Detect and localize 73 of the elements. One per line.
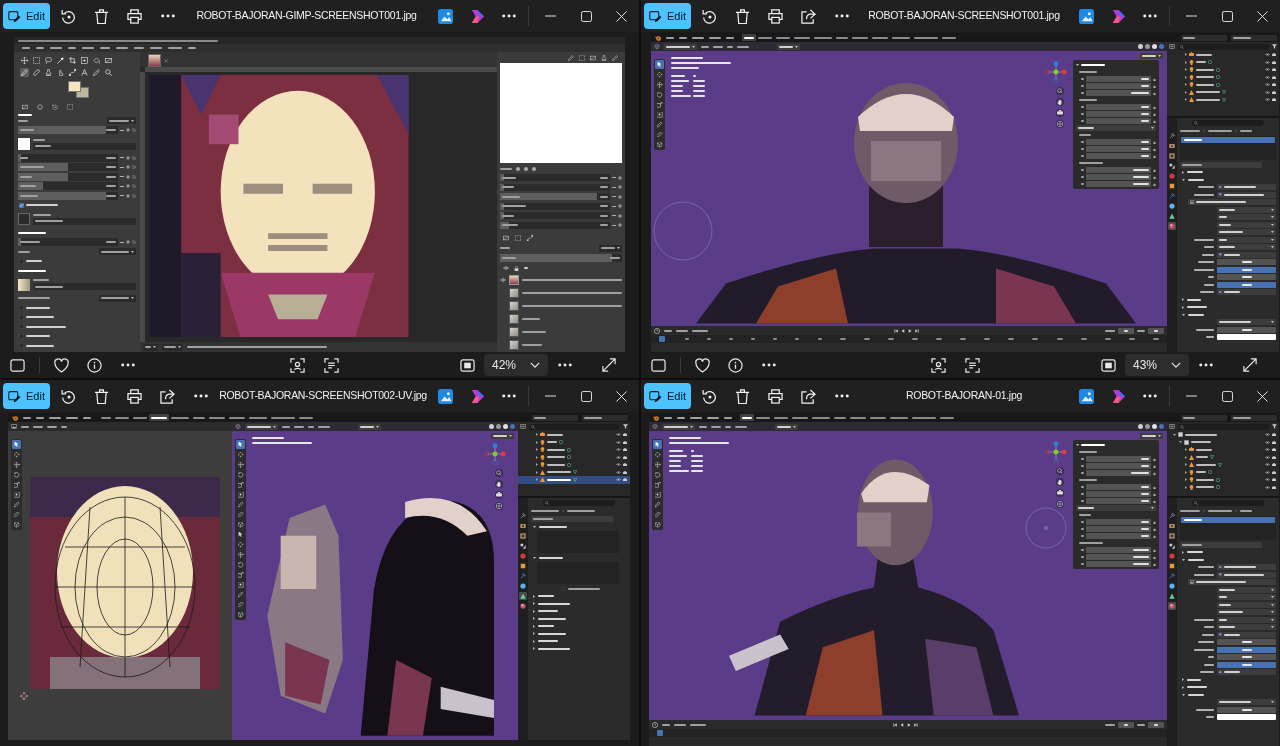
- chevron-down-icon: [1171, 362, 1181, 368]
- more-icon[interactable]: [834, 14, 849, 18]
- expand-icon[interactable]: [602, 358, 616, 372]
- file-title: ROBOT-BAJORAN-GIMP-SCREENSHOT001.jpg: [195, 8, 418, 24]
- zoom-dropdown[interactable]: 42%: [484, 354, 548, 376]
- face-scan-icon[interactable]: [289, 357, 305, 373]
- more-icon[interactable]: [502, 394, 516, 398]
- print-icon[interactable]: [127, 8, 142, 24]
- share-icon[interactable]: [801, 8, 816, 24]
- text-scan-icon[interactable]: [323, 357, 339, 373]
- face-scan-icon[interactable]: [930, 357, 946, 373]
- rotate-icon[interactable]: [61, 388, 76, 404]
- chevron-down-icon: [530, 362, 540, 368]
- edit-icon: [8, 9, 21, 23]
- chevron-logo-icon[interactable]: [1110, 388, 1126, 404]
- edit-button[interactable]: Edit: [644, 383, 691, 409]
- more-icon[interactable]: [120, 363, 135, 367]
- fit-screen-icon[interactable]: [1100, 357, 1116, 373]
- info-icon[interactable]: [728, 357, 743, 373]
- more-icon[interactable]: [160, 14, 175, 18]
- more-icon[interactable]: [193, 394, 208, 398]
- edit-icon: [649, 9, 662, 23]
- info-icon[interactable]: [87, 357, 102, 373]
- edit-button[interactable]: Edit: [644, 3, 691, 29]
- print-icon[interactable]: [127, 388, 142, 404]
- more-icon[interactable]: [834, 394, 849, 398]
- picture-tile-icon[interactable]: [437, 8, 453, 24]
- zoom-dropdown[interactable]: 43%: [1125, 354, 1189, 376]
- text-scan-icon[interactable]: [964, 357, 980, 373]
- file-title: ROBOT-BAJORAN-SCREENSHOT001.jpg: [867, 8, 1061, 24]
- file-title: ROBOT-BAJORAN-01.jpg: [905, 388, 1023, 404]
- share-icon[interactable]: [801, 388, 816, 404]
- edit-button[interactable]: Edit: [3, 383, 50, 409]
- edit-icon: [649, 389, 662, 403]
- chevron-logo-icon[interactable]: [469, 8, 485, 24]
- heart-icon[interactable]: [695, 357, 710, 373]
- delete-icon[interactable]: [94, 388, 109, 404]
- more-icon[interactable]: [1199, 363, 1213, 367]
- maximize-icon[interactable]: [580, 390, 592, 402]
- fit-screen-icon[interactable]: [459, 357, 475, 373]
- more-icon[interactable]: [558, 363, 572, 367]
- more-icon[interactable]: [761, 363, 776, 367]
- picture-tile-icon[interactable]: [1078, 388, 1094, 404]
- maximize-icon[interactable]: [1221, 390, 1233, 402]
- picture-tile-icon[interactable]: [1078, 8, 1094, 24]
- delete-icon[interactable]: [735, 388, 750, 404]
- file-title: ROBOT-BAJORAN-SCREENSHOT002-UV.jpg: [218, 388, 428, 404]
- maximize-icon[interactable]: [1221, 10, 1233, 22]
- rectangle-icon[interactable]: [650, 357, 666, 373]
- close-icon[interactable]: [616, 390, 627, 402]
- edit-icon: [8, 389, 21, 403]
- edit-button[interactable]: Edit: [3, 3, 50, 29]
- picture-tile-icon[interactable]: [437, 388, 453, 404]
- rotate-icon[interactable]: [702, 388, 717, 404]
- close-icon[interactable]: [616, 10, 627, 22]
- delete-icon[interactable]: [94, 8, 109, 24]
- chevron-logo-icon[interactable]: [469, 388, 485, 404]
- rotate-icon[interactable]: [61, 8, 76, 24]
- share-icon[interactable]: [160, 388, 175, 404]
- print-icon[interactable]: [768, 388, 783, 404]
- close-icon[interactable]: [1257, 390, 1268, 402]
- maximize-icon[interactable]: [580, 10, 592, 22]
- more-icon[interactable]: [1143, 14, 1157, 18]
- rotate-icon[interactable]: [702, 8, 717, 24]
- rectangle-icon[interactable]: [9, 357, 25, 373]
- close-icon[interactable]: [1257, 10, 1268, 22]
- more-icon[interactable]: [502, 14, 516, 18]
- more-icon[interactable]: [1143, 394, 1157, 398]
- heart-icon[interactable]: [54, 357, 69, 373]
- expand-icon[interactable]: [1243, 358, 1257, 372]
- print-icon[interactable]: [768, 8, 783, 24]
- delete-icon[interactable]: [735, 8, 750, 24]
- chevron-logo-icon[interactable]: [1110, 8, 1126, 24]
